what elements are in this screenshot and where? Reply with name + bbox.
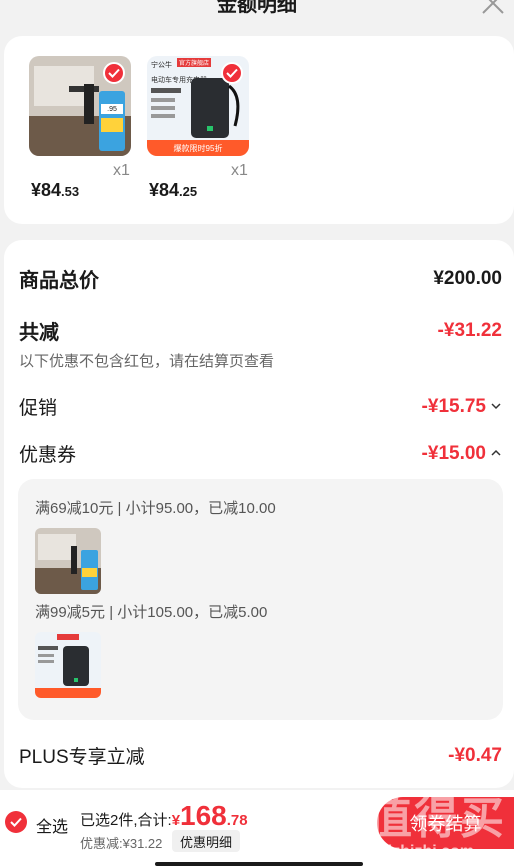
brand-text: 宁公牛: [151, 60, 172, 69]
chevron-down-icon: [491, 403, 501, 410]
select-all-check-icon[interactable]: [5, 811, 27, 833]
selected-check-icon[interactable]: [103, 62, 125, 84]
coupon-product-image: [35, 528, 101, 594]
total-summary: 已选2件,合计:¥168.78: [80, 800, 248, 831]
product-qty: x1: [113, 162, 130, 179]
promo-value: -¥15.75: [422, 396, 502, 418]
discount-detail-button[interactable]: 优惠明细: [172, 830, 241, 852]
coupon-product-image: [35, 632, 101, 698]
plus-discount-value: -¥0.47: [448, 744, 502, 766]
reduction-label: 共减: [19, 322, 59, 344]
coupon-label: 优惠券: [19, 445, 77, 466]
promo-label: 促销: [19, 398, 58, 419]
promo-row[interactable]: 促销 -¥15.75: [19, 393, 502, 420]
reduction-value: -¥31.22: [437, 319, 502, 341]
plus-discount-row: PLUS专享立减 -¥0.47: [19, 742, 502, 769]
plus-discount-label: PLUS专享立减: [19, 747, 145, 768]
total-price-value: ¥200.00: [433, 267, 502, 289]
select-all-label[interactable]: 全选: [36, 813, 68, 837]
product-qty: x1: [231, 162, 248, 179]
coupon-row[interactable]: 优惠券 -¥15.00: [19, 440, 502, 467]
header: 金额明细: [0, 0, 514, 36]
discount-summary: 优惠减:¥31.22: [80, 836, 163, 851]
total-price-label: 商品总价: [19, 270, 99, 292]
products-card: .95 ¥84.53 x1 宁公牛 官方旗舰店 电动车专用充电器 爆款限时95折…: [4, 36, 514, 224]
home-indicator: [155, 862, 363, 866]
product-image[interactable]: 宁公牛 官方旗舰店 电动车专用充电器 爆款限时95折: [147, 56, 249, 156]
total-price-row: 商品总价 ¥200.00: [19, 264, 502, 293]
checkout-bar: 全选 已选2件,合计:¥168.78 优惠减:¥31.22 优惠明细 领券结算: [0, 790, 514, 867]
ribbon-text: 爆款限时95折: [174, 143, 223, 153]
coupon-line: 满99减5元 | 小计105.00，已减5.00: [35, 604, 268, 621]
selected-check-icon[interactable]: [221, 62, 243, 84]
page-title: 金额明细: [217, 0, 297, 16]
reduction-note: 以下优惠不包含红包，请在结算页查看: [19, 353, 275, 370]
coupon-value: -¥15.00: [422, 443, 502, 465]
checkout-button[interactable]: 领券结算: [377, 797, 514, 849]
tag-text: 官方旗舰店: [179, 59, 209, 67]
chevron-up-icon: [491, 450, 501, 457]
product-image[interactable]: .95: [29, 56, 131, 156]
reduction-row: 共减 -¥31.22: [19, 316, 502, 345]
coupon-line: 满69减10元 | 小计95.00，已减10.00: [35, 500, 276, 517]
coupon-detail-box: 满69减10元 | 小计95.00，已减10.00 满99减5元 | 小计105…: [18, 479, 503, 720]
price-details-card: 商品总价 ¥200.00 共减 -¥31.22 以下优惠不包含红包，请在结算页查…: [4, 240, 514, 788]
product-price: ¥84.25: [149, 180, 198, 200]
product-item[interactable]: 宁公牛 官方旗舰店 电动车专用充电器 爆款限时95折 ¥84.25: [147, 56, 249, 200]
product-item[interactable]: .95 ¥84.53: [29, 56, 131, 200]
close-icon[interactable]: [480, 0, 506, 16]
badge-text: .95: [107, 106, 117, 113]
product-price: ¥84.53: [31, 180, 80, 200]
